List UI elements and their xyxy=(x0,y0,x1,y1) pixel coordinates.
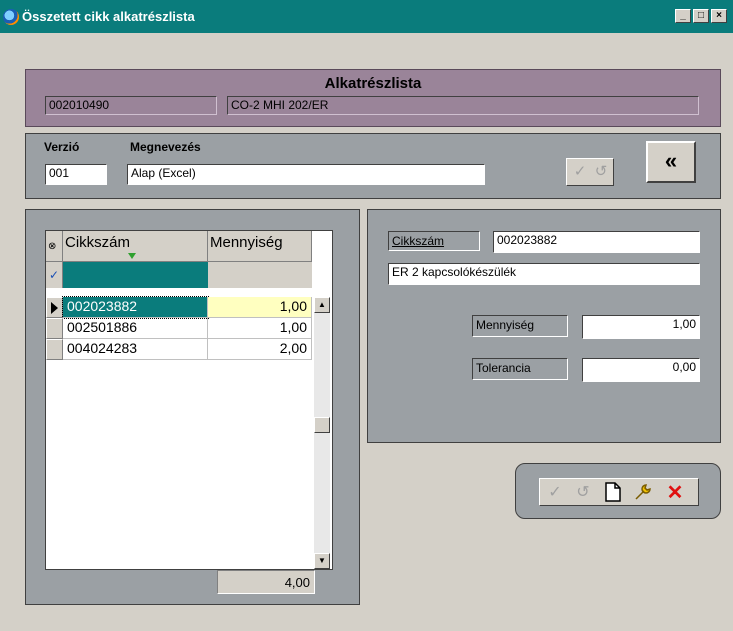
scroll-up-icon[interactable]: ▲ xyxy=(314,297,330,313)
table-row-quantity[interactable]: 2,00 xyxy=(208,339,312,360)
row-indicator[interactable] xyxy=(46,339,63,360)
action-buttons: ✓ ↺ ✕ xyxy=(539,478,699,506)
parts-grid: ⊗ Cikkszám Mennyiség ✓ 002023882 1,00 00… xyxy=(45,230,333,570)
back-button[interactable]: « xyxy=(646,141,696,183)
detail-description-field: ER 2 kapcsolókészülék xyxy=(388,263,700,285)
grid-scrollbar[interactable]: ▲ ▼ xyxy=(314,297,330,569)
name-input[interactable]: Alap (Excel) xyxy=(127,164,485,185)
close-button[interactable]: × xyxy=(711,9,727,23)
filter-check-icon[interactable]: ✓ xyxy=(46,262,63,288)
version-label: Verzió xyxy=(44,140,80,154)
filter-quantity-cell[interactable] xyxy=(208,262,312,288)
check-icon[interactable]: ✓ xyxy=(544,482,566,504)
column-chooser-icon[interactable]: ⊗ xyxy=(46,231,63,262)
table-row-quantity[interactable]: 1,00 xyxy=(208,318,312,339)
quantity-total: 4,00 xyxy=(217,570,315,594)
table-row-quantity[interactable]: 1,00 xyxy=(208,297,312,318)
assembly-code-field: 002010490 xyxy=(45,96,217,115)
new-document-icon[interactable] xyxy=(602,482,624,504)
panel-title: Alkatrészlista xyxy=(324,75,422,92)
filter-code-cell[interactable] xyxy=(63,262,208,288)
tolerance-label: Tolerancia xyxy=(472,358,568,380)
version-input[interactable]: 001 xyxy=(45,164,107,185)
action-bar: ✓ ↺ ✕ xyxy=(515,463,721,519)
tolerance-input[interactable]: 0,00 xyxy=(582,358,700,382)
current-row-icon xyxy=(51,302,58,314)
app-icon xyxy=(3,9,19,25)
window-title: Összetett cikk alkatrészlista xyxy=(22,9,195,24)
undo-icon[interactable]: ↺ xyxy=(572,482,594,504)
quantity-input[interactable]: 1,00 xyxy=(582,315,700,339)
sort-indicator-icon xyxy=(128,253,136,259)
detail-code-label: Cikkszám xyxy=(388,231,480,251)
table-row-code[interactable]: 002023882 xyxy=(62,296,209,319)
detail-panel: Cikkszám 002023882 ER 2 kapcsolókészülék… xyxy=(367,209,721,443)
confirm-icon[interactable]: ✓ xyxy=(570,162,590,182)
delete-icon[interactable]: ✕ xyxy=(664,482,686,504)
undo-icon[interactable]: ↺ xyxy=(591,162,611,182)
scroll-thumb[interactable] xyxy=(314,417,330,433)
name-label: Megnevezés xyxy=(130,140,201,154)
scroll-down-icon[interactable]: ▼ xyxy=(314,553,330,569)
version-panel: Verzió Megnevezés 001 Alap (Excel) xyxy=(25,133,721,199)
row-indicator[interactable] xyxy=(46,318,63,339)
wrench-icon[interactable] xyxy=(632,482,654,504)
table-row-code[interactable]: 004024283 xyxy=(63,339,208,360)
table-row-code[interactable]: 002501886 xyxy=(63,318,208,339)
row-indicator[interactable] xyxy=(46,297,63,318)
column-header-quantity[interactable]: Mennyiség xyxy=(208,231,312,262)
detail-code-input[interactable]: 002023882 xyxy=(493,231,700,253)
version-edit-buttons: ✓ ↺ xyxy=(566,158,614,186)
header-panel: Alkatrészlista 002010490 CO-2 MHI 202/ER xyxy=(25,69,721,127)
assembly-name-field: CO-2 MHI 202/ER xyxy=(227,96,699,115)
quantity-label: Mennyiség xyxy=(472,315,568,337)
maximize-button[interactable]: □ xyxy=(693,9,709,23)
minimize-button[interactable]: _ xyxy=(675,9,691,23)
